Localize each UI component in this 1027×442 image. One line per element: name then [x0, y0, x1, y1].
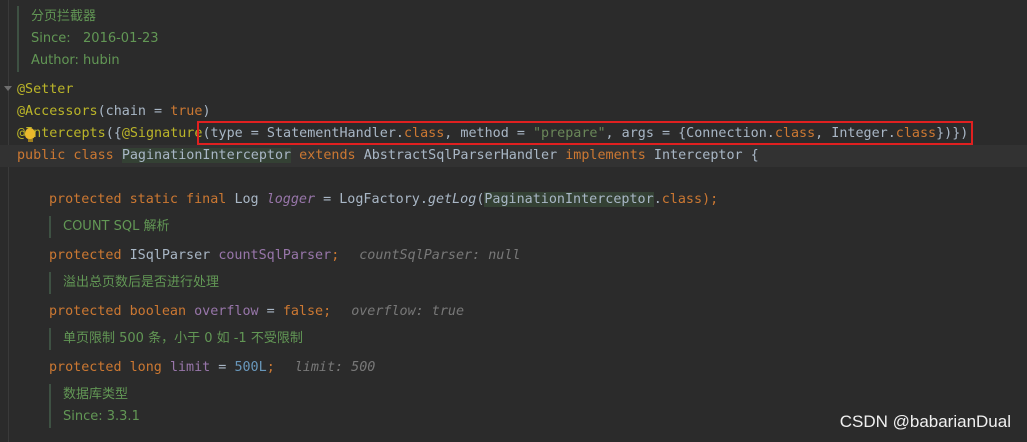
lightbulb-base [28, 139, 33, 142]
overflow-field: overflow [194, 304, 259, 319]
limit-modifier: protected long [49, 360, 170, 375]
doc-author: Author: hubin [31, 53, 120, 68]
overflow-modifier: protected boolean [49, 304, 195, 319]
code-line-logger[interactable]: protected static final Log logger = LogF… [0, 189, 1027, 211]
logger-field: logger [266, 192, 316, 207]
limit-field: limit [169, 360, 211, 375]
code-line-setter[interactable]: @Setter [0, 79, 1027, 101]
accessors-args: (chain = [97, 104, 171, 119]
limit-value: 500L [234, 360, 267, 375]
parent-class: AbstractSqlParserHandler [363, 148, 558, 163]
logger-type: Log [234, 192, 267, 207]
code-line-limit[interactable]: protected long limit = 500L; limit: 500 [0, 357, 1027, 379]
lightbulb-icon[interactable] [25, 128, 35, 139]
limit-doc-text: 单页限制 500 条，小于 0 如 -1 不受限制 [63, 331, 303, 346]
count-type: ISqlParser [129, 248, 219, 263]
dialect-doc-comment: 数据库类型 Since: 3.3.1 [49, 384, 140, 428]
doc-since: Since: 2016-01-23 [31, 31, 159, 46]
watermark: CSDN @babarianDual [839, 412, 1011, 431]
count-doc-text: COUNT SQL 解析 [63, 219, 170, 234]
logger-end: ); [702, 192, 719, 207]
class-brace: { [742, 148, 759, 163]
logger-class-keyword: class [661, 192, 703, 207]
limit-semicolon: ; [266, 360, 275, 375]
code-line-count-parser[interactable]: protected ISqlParser countSqlParser; coun… [0, 245, 1027, 267]
count-semicolon: ; [331, 248, 340, 263]
accessors-annotation: @Accessors [17, 104, 98, 119]
overflow-inline-hint: overflow: true [351, 304, 465, 319]
intercepts-open: ({ [105, 126, 122, 141]
overflow-semicolon: ; [323, 304, 332, 319]
logger-dot: . [653, 192, 662, 207]
class-doc-comment: 分页拦截器 Since: 2016-01-23 Author: hubin [17, 6, 159, 72]
limit-doc-comment: 单页限制 500 条，小于 0 如 -1 不受限制 [49, 328, 303, 350]
overflow-doc-comment: 溢出总页数后是否进行处理 [49, 272, 219, 294]
setter-annotation: @Setter [17, 82, 74, 97]
code-editor[interactable]: 分页拦截器 Since: 2016-01-23 Author: hubin @S… [0, 0, 1027, 442]
class-name: PaginationInterceptor [121, 148, 292, 163]
implements-keyword: implements [557, 148, 654, 163]
accessors-true: true [170, 104, 203, 119]
code-line-accessors[interactable]: @Accessors(chain = true) [0, 101, 1027, 123]
signature-annotation: @Signature [121, 126, 203, 141]
dialect-doc-title: 数据库类型 [63, 387, 129, 402]
interface-name: Interceptor [653, 148, 743, 163]
logger-arg: PaginationInterceptor [484, 192, 654, 207]
count-doc-comment: COUNT SQL 解析 [49, 216, 169, 238]
code-line-class-decl[interactable]: public class PaginationInterceptor exten… [0, 145, 1027, 167]
logger-method: getLog [427, 192, 477, 207]
logger-assign: = LogFactory. [315, 192, 428, 207]
logger-modifiers: protected static final [49, 192, 235, 207]
extends-keyword: extends [291, 148, 364, 163]
overflow-assign: = [258, 304, 283, 319]
count-inline-hint: countSqlParser: null [359, 248, 521, 263]
limit-inline-hint: limit: 500 [294, 360, 376, 375]
count-modifier: protected [49, 248, 130, 263]
limit-assign: = [210, 360, 235, 375]
highlight-box [197, 121, 973, 145]
overflow-value: false [282, 304, 324, 319]
dialect-doc-since: Since: 3.3.1 [63, 409, 140, 424]
count-field: countSqlParser [218, 248, 332, 263]
accessors-close: ) [202, 104, 211, 119]
overflow-doc-text: 溢出总页数后是否进行处理 [63, 275, 220, 290]
code-line-overflow[interactable]: protected boolean overflow = false; overf… [0, 301, 1027, 323]
doc-title: 分页拦截器 [31, 9, 97, 24]
class-modifiers: public class [17, 148, 122, 163]
